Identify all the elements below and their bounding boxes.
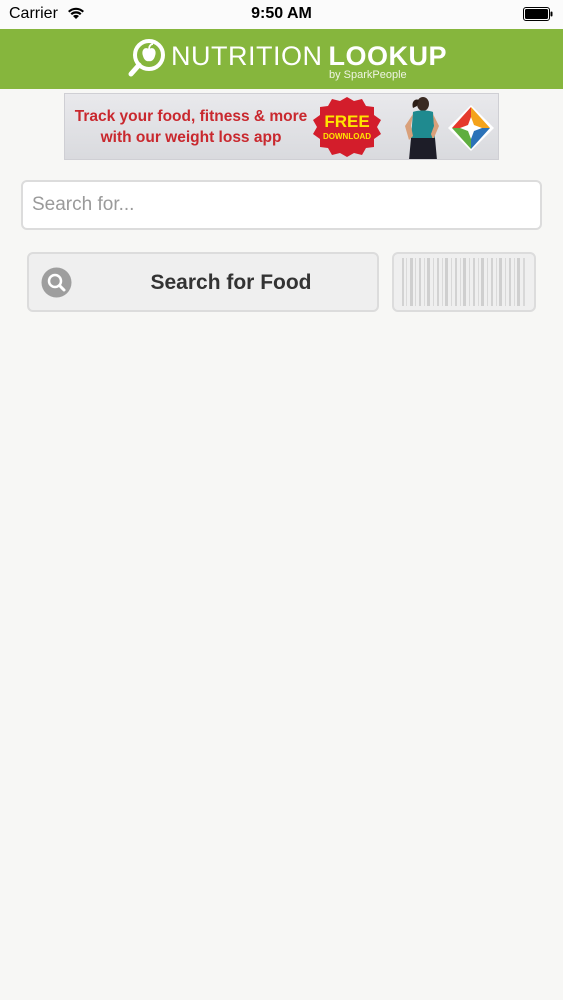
banner-line1: Track your food, fitness & more bbox=[74, 108, 308, 125]
apple-magnifier-logo-icon bbox=[128, 39, 165, 77]
app-header: NUTRITION LOOKUP by SparkPeople bbox=[0, 29, 563, 89]
app-title-part1: NUTRITION bbox=[171, 41, 323, 71]
banner-text: Track your food, fitness & more with our… bbox=[73, 106, 309, 148]
banner-line2: with our weight loss app bbox=[100, 129, 282, 146]
ad-banner[interactable]: Track your food, fitness & more with our… bbox=[64, 93, 499, 160]
barcode-icon bbox=[402, 258, 525, 306]
status-bar: Carrier 9:50 AM bbox=[0, 0, 563, 29]
badge-free: FREE bbox=[324, 112, 370, 131]
barcode-scan-button[interactable] bbox=[392, 252, 536, 312]
app-title: NUTRITION LOOKUP bbox=[171, 41, 447, 72]
sparkpeople-star-logo-icon bbox=[448, 105, 494, 151]
search-input[interactable] bbox=[21, 180, 542, 230]
app-subtitle: by SparkPeople bbox=[329, 69, 407, 81]
app-title-part2: LOOKUP bbox=[328, 41, 447, 71]
woman-photo-icon bbox=[405, 97, 439, 159]
badge-download: DOWNLOAD bbox=[323, 132, 371, 141]
search-for-food-button[interactable]: Search for Food bbox=[27, 252, 379, 312]
magnifier-icon bbox=[41, 267, 72, 298]
status-time: 9:50 AM bbox=[251, 5, 312, 22]
search-button-label: Search for Food bbox=[150, 271, 312, 294]
battery-icon bbox=[523, 7, 553, 21]
